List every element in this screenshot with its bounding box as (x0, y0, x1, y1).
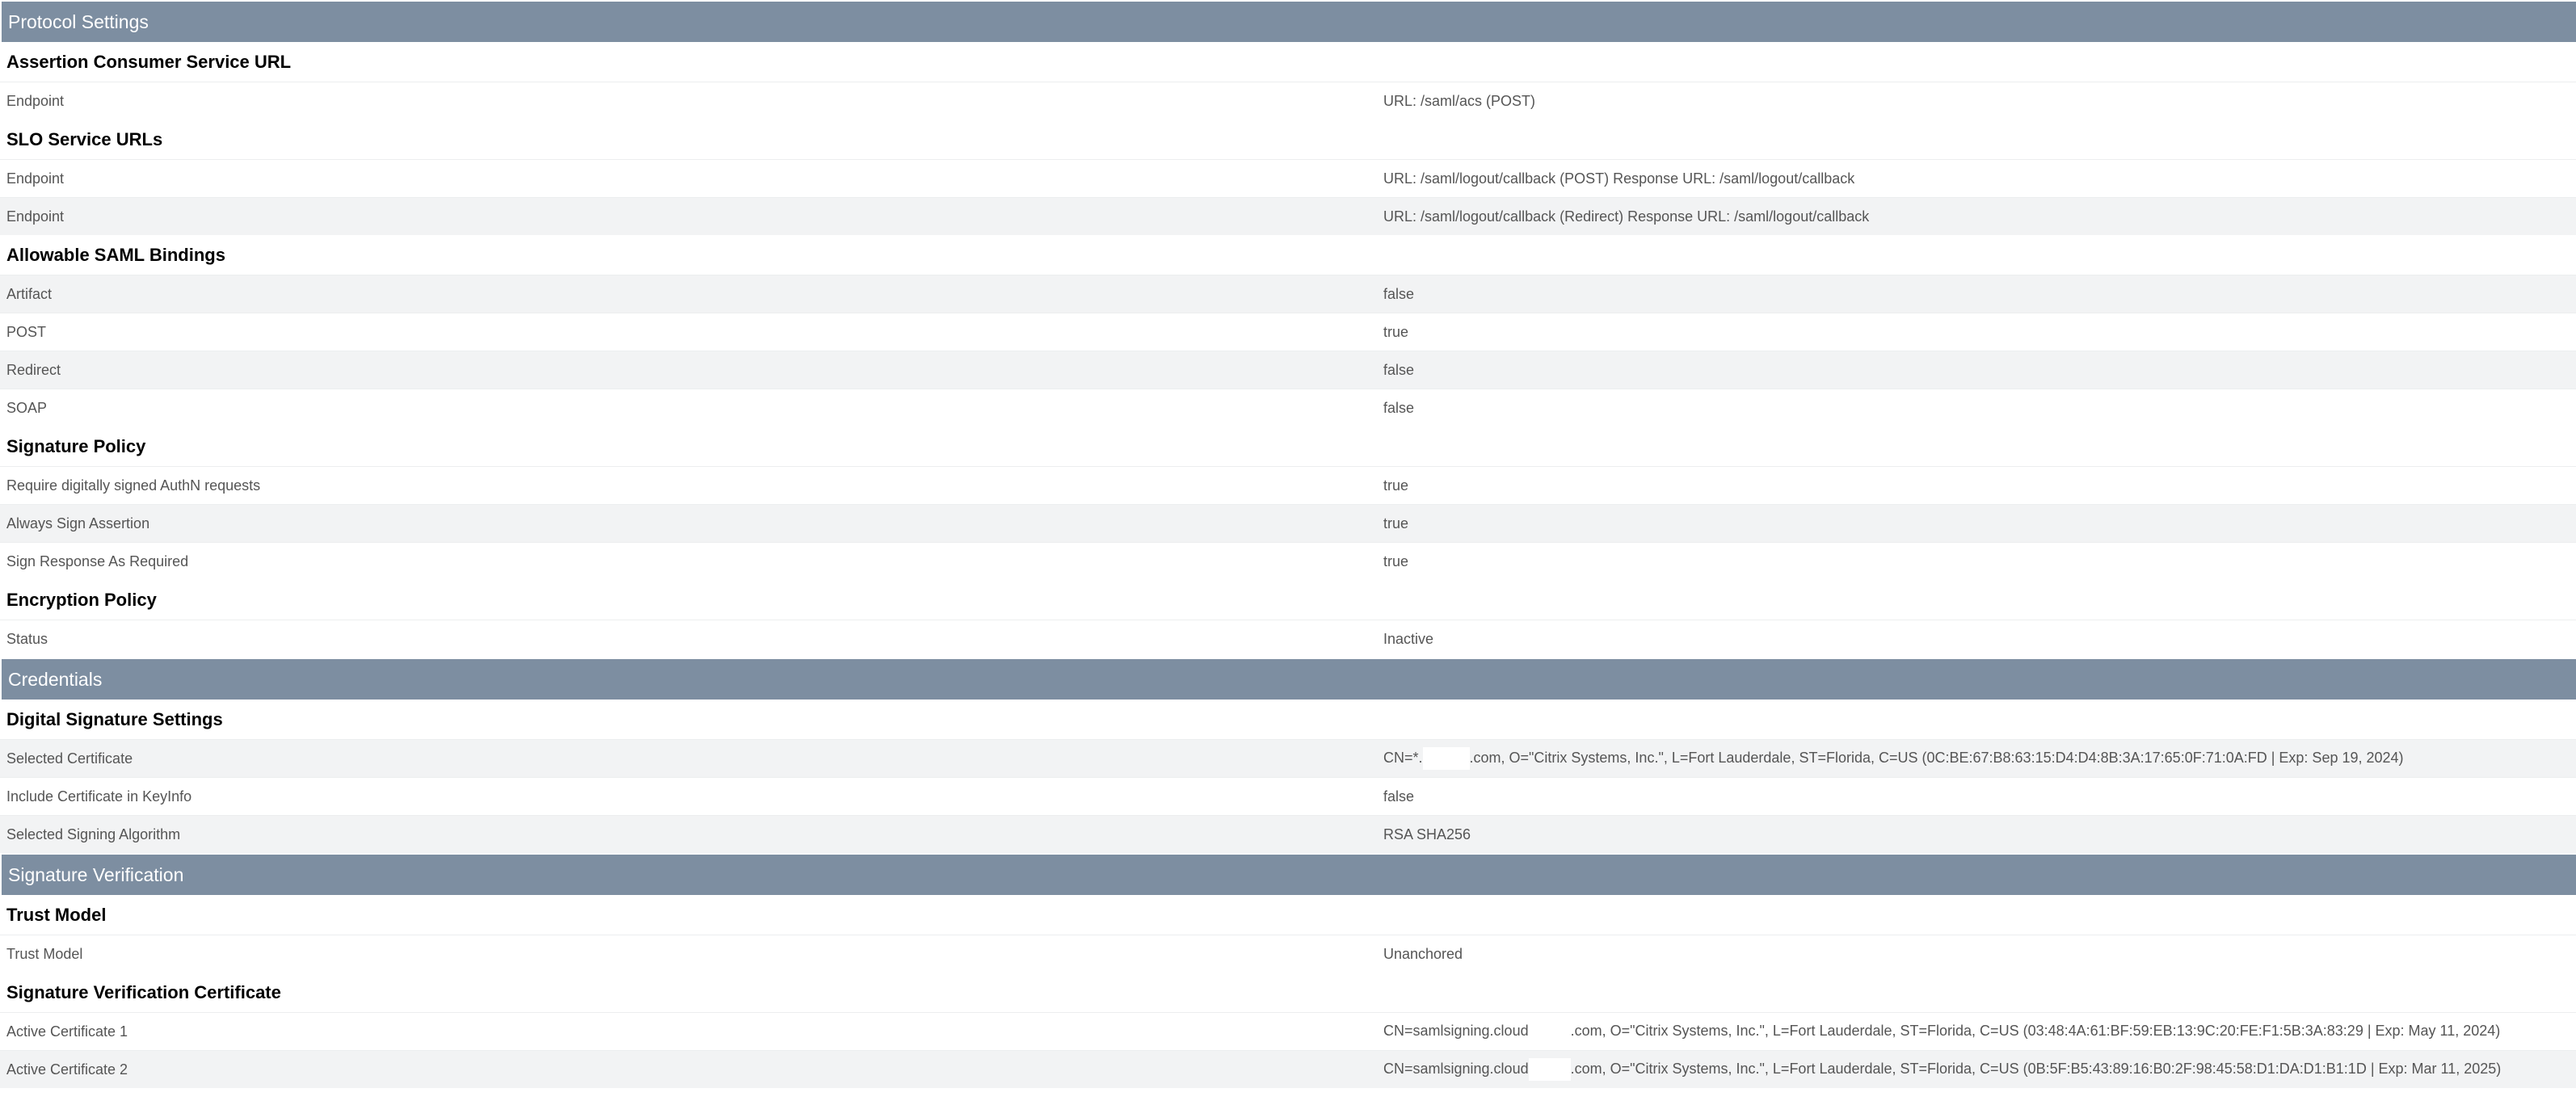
setting-value: URL: /saml/logout/callback (POST) Respon… (1383, 170, 1855, 187)
setting-label: Require digitally signed AuthN requests (6, 477, 261, 494)
setting-value: CN=*. .com, O="Citrix Systems, Inc.", L=F… (1383, 747, 2576, 770)
subheading-digital-signature: Digital Signature Settings (0, 700, 2576, 739)
setting-value: Unanchored (1383, 945, 1463, 962)
setting-row: Redirect false (0, 351, 2576, 389)
setting-value: CN=samlsigning.cloud .com, O="Citrix Syst… (1383, 1020, 2576, 1043)
setting-value: false (1383, 361, 1415, 378)
certificate-cn-prefix: CN=samlsigning.cloud (1383, 1060, 1529, 1077)
setting-label: Trust Model (6, 945, 83, 962)
settings-page: Protocol Settings Assertion Consumer Ser… (0, 2, 2576, 1105)
setting-value: false (1383, 788, 1415, 805)
subheading-verification-certificate: Signature Verification Certificate (0, 973, 2576, 1012)
certificate-details: .com, O="Citrix Systems, Inc.", L=Fort L… (1469, 749, 2404, 766)
setting-label: Active Certificate 2 (6, 1061, 128, 1078)
setting-label: SOAP (6, 399, 48, 416)
certificate-cn-prefix: CN=*. (1383, 749, 1423, 766)
setting-value: true (1383, 323, 1409, 340)
subheading-slo-urls: SLO Service URLs (0, 120, 2576, 159)
redaction-block (1422, 747, 1470, 770)
section-header-protocol-settings: Protocol Settings (2, 2, 2576, 42)
setting-row: Selected Signing Algorithm RSA SHA256 (0, 815, 2576, 853)
setting-label: Include Certificate in KeyInfo (6, 788, 192, 805)
setting-label: Status (6, 630, 48, 647)
setting-row: Artifact false (0, 275, 2576, 313)
setting-label: Active Certificate 1 (6, 1023, 128, 1040)
setting-label: Sign Response As Required (6, 552, 189, 569)
setting-row: Endpoint URL: /saml/acs (POST) (0, 82, 2576, 120)
setting-label: Selected Signing Algorithm (6, 826, 181, 842)
setting-row: Include Certificate in KeyInfo false (0, 777, 2576, 815)
setting-row: Endpoint URL: /saml/logout/callback (POS… (0, 159, 2576, 197)
setting-value: true (1383, 552, 1409, 569)
setting-row: Require digitally signed AuthN requests … (0, 466, 2576, 504)
setting-value: true (1383, 477, 1409, 494)
setting-row: Trust Model Unanchored (0, 935, 2576, 973)
setting-label: Always Sign Assertion (6, 515, 150, 531)
setting-row: Always Sign Assertion true (0, 504, 2576, 542)
setting-value: false (1383, 399, 1415, 416)
setting-row: POST true (0, 313, 2576, 351)
certificate-details: .com, O="Citrix Systems, Inc.", L=Fort L… (1570, 1022, 2501, 1039)
subheading-trust-model: Trust Model (0, 895, 2576, 935)
setting-label: Redirect (6, 361, 61, 378)
setting-value: CN=samlsigning.cloud .com, O="Citrix Syst… (1383, 1058, 2576, 1081)
subheading-encryption-policy: Encryption Policy (0, 580, 2576, 620)
redaction-block (1528, 1058, 1571, 1081)
setting-label: Artifact (6, 285, 53, 302)
subheading-acs-url: Assertion Consumer Service URL (0, 42, 2576, 82)
section-header-signature-verification: Signature Verification (2, 855, 2576, 895)
certificate-cn-prefix: CN=samlsigning.cloud (1383, 1022, 1529, 1039)
setting-row: Active Certificate 2 CN=samlsigning.clou… (0, 1050, 2576, 1088)
setting-value: URL: /saml/logout/callback (Redirect) Re… (1383, 208, 1870, 225)
setting-row: Sign Response As Required true (0, 542, 2576, 580)
setting-row: Endpoint URL: /saml/logout/callback (Red… (0, 197, 2576, 235)
setting-label: Selected Certificate (6, 750, 133, 767)
setting-value: Inactive (1383, 630, 1434, 647)
subheading-signature-policy: Signature Policy (0, 426, 2576, 466)
setting-row: Active Certificate 1 CN=samlsigning.clou… (0, 1012, 2576, 1050)
setting-row: SOAP false (0, 389, 2576, 426)
setting-value: false (1383, 285, 1415, 302)
setting-value: RSA SHA256 (1383, 826, 1471, 842)
setting-label: Endpoint (6, 208, 65, 225)
setting-label: POST (6, 323, 47, 340)
setting-value: URL: /saml/acs (POST) (1383, 92, 1536, 109)
setting-label: Endpoint (6, 170, 65, 187)
certificate-details: .com, O="Citrix Systems, Inc.", L=Fort L… (1570, 1060, 2502, 1077)
redaction-block (1528, 1020, 1571, 1043)
setting-label: Endpoint (6, 92, 65, 109)
setting-row: Status Inactive (0, 620, 2576, 658)
subheading-saml-bindings: Allowable SAML Bindings (0, 235, 2576, 275)
setting-value: true (1383, 515, 1409, 531)
section-header-credentials: Credentials (2, 659, 2576, 700)
setting-row: Selected Certificate CN=*. .com, O="Citri… (0, 739, 2576, 777)
